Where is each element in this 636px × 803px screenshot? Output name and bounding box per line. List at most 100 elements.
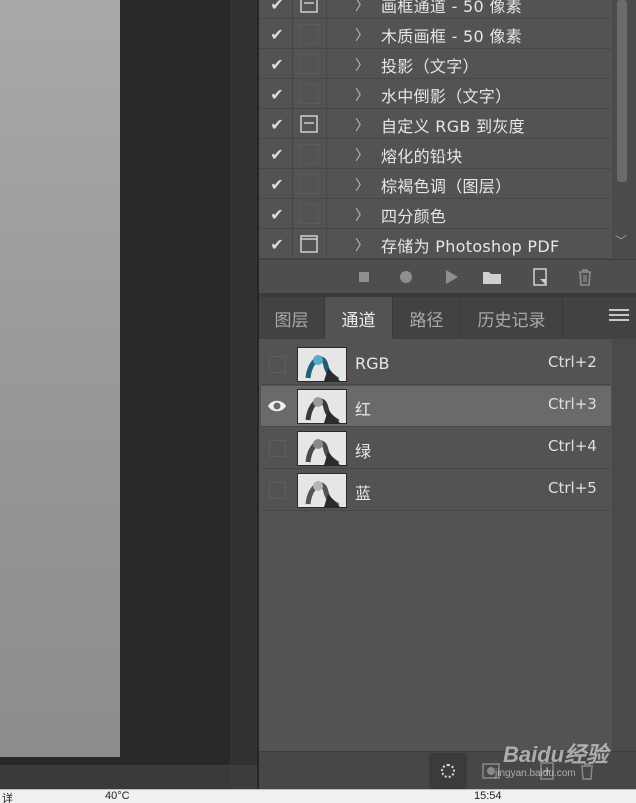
load-channel-as-selection-icon[interactable] — [429, 753, 467, 789]
action-item[interactable]: ✔ 〉 棕褐色调（图层） — [259, 169, 611, 199]
action-label: 自定义 RGB 到灰度 — [381, 117, 525, 136]
action-label: 水中倒影（文字） — [381, 87, 512, 106]
tab-layers[interactable]: 图层 — [259, 297, 325, 339]
channel-thumbnail — [297, 347, 347, 382]
action-item[interactable]: ✔ 〉 水中倒影（文字） — [259, 79, 611, 109]
channel-row-blue[interactable]: 蓝 Ctrl+5 — [261, 470, 611, 511]
dialog-toggle-icon[interactable] — [299, 54, 319, 74]
expand-arrow-icon[interactable]: 〉 — [355, 175, 369, 195]
stop-icon[interactable] — [353, 266, 375, 288]
visibility-toggle[interactable] — [269, 356, 286, 373]
canvas-vertical-scrollbar[interactable] — [230, 0, 257, 789]
expand-arrow-icon[interactable]: 〉 — [355, 0, 369, 15]
taskbar: 详 40°C 15:54 — [0, 789, 636, 803]
dialog-toggle-icon[interactable] — [299, 84, 319, 104]
action-label: 熔化的铅块 — [381, 147, 463, 166]
divider — [326, 229, 327, 259]
action-label: 四分颜色 — [381, 207, 447, 226]
eye-icon[interactable] — [267, 396, 287, 416]
dialog-toggle-icon[interactable] — [299, 144, 319, 164]
channel-shortcut: Ctrl+5 — [548, 479, 597, 497]
channel-row-red[interactable]: 红 Ctrl+3 — [261, 386, 611, 427]
scroll-down-icon[interactable]: ﹀ — [615, 232, 627, 249]
channel-thumbnail — [297, 473, 347, 508]
expand-arrow-icon[interactable]: 〉 — [355, 205, 369, 225]
play-icon[interactable] — [440, 266, 462, 288]
dialog-toggle-icon[interactable] — [299, 0, 319, 14]
divider — [326, 139, 327, 169]
expand-arrow-icon[interactable]: 〉 — [355, 145, 369, 165]
scrollbar-corner — [230, 765, 257, 789]
toggle-checkmark-icon[interactable]: ✔ — [265, 172, 289, 196]
channels-scrollbar[interactable] — [612, 339, 636, 751]
expand-arrow-icon[interactable]: 〉 — [355, 55, 369, 75]
divider — [292, 199, 293, 229]
toggle-checkmark-icon[interactable]: ✔ — [265, 22, 289, 46]
action-label: 画框通道 - 50 像素 — [381, 0, 522, 16]
action-item[interactable]: ✔ 〉 画框通道 - 50 像素 — [259, 0, 611, 19]
divider — [292, 229, 293, 259]
tab-paths[interactable]: 路径 — [393, 297, 461, 339]
new-action-icon[interactable] — [529, 266, 551, 288]
action-item[interactable]: ✔ 〉 自定义 RGB 到灰度 — [259, 109, 611, 139]
action-label: 存储为 Photoshop PDF — [381, 237, 560, 256]
action-label: 投影（文字） — [381, 57, 479, 76]
tab-channels[interactable]: 通道 — [325, 297, 393, 339]
scrollbar-thumb[interactable] — [617, 0, 627, 182]
expand-arrow-icon[interactable]: 〉 — [355, 115, 369, 135]
channel-name: RGB — [355, 354, 390, 373]
dialog-toggle-icon[interactable] — [299, 114, 319, 134]
divider — [292, 19, 293, 49]
action-item[interactable]: ✔ 〉 投影（文字） — [259, 49, 611, 79]
action-label: 木质画框 - 50 像素 — [381, 27, 522, 46]
visibility-toggle[interactable] — [269, 440, 286, 457]
delete-trash-icon[interactable] — [574, 266, 596, 288]
divider — [326, 199, 327, 229]
clock-time[interactable]: 15:54 — [474, 790, 502, 802]
action-item[interactable]: ✔ 〉 木质画框 - 50 像素 — [259, 19, 611, 49]
actions-list: ✔ 〉 画框通道 - 50 像素 ✔ 〉 木质画框 - 50 像素 ✔ 〉 投影… — [259, 0, 611, 259]
tab-history[interactable]: 历史记录 — [461, 297, 563, 339]
action-item[interactable]: ✔ 〉 四分颜色 — [259, 199, 611, 229]
taskbar-left-text: 详 — [2, 793, 13, 803]
channel-row-rgb[interactable]: RGB Ctrl+2 — [261, 344, 611, 385]
document-image[interactable] — [0, 0, 120, 757]
actions-scrollbar[interactable]: ﹀ — [612, 0, 636, 259]
actions-toolbar — [259, 259, 636, 293]
record-icon[interactable] — [395, 266, 417, 288]
channel-name: 蓝 — [355, 484, 372, 503]
toggle-checkmark-icon[interactable]: ✔ — [265, 202, 289, 226]
canvas-horizontal-scrollbar[interactable] — [0, 765, 230, 789]
toggle-checkmark-icon[interactable]: ✔ — [265, 112, 289, 136]
toggle-checkmark-icon[interactable]: ✔ — [265, 52, 289, 76]
toggle-checkmark-icon[interactable]: ✔ — [265, 142, 289, 166]
dialog-toggle-icon[interactable] — [299, 204, 319, 224]
document-canvas-area[interactable] — [0, 0, 230, 789]
new-set-folder-icon[interactable] — [481, 266, 503, 288]
expand-arrow-icon[interactable]: 〉 — [355, 85, 369, 105]
channel-thumbnail — [297, 389, 347, 424]
panel-tab-bar: 图层 通道 路径 历史记录 — [259, 297, 636, 339]
divider — [326, 19, 327, 49]
watermark-brand: Baidu经验 — [503, 742, 609, 767]
expand-arrow-icon[interactable]: 〉 — [355, 25, 369, 45]
dialog-toggle-icon[interactable] — [299, 174, 319, 194]
toggle-checkmark-icon[interactable]: ✔ — [265, 232, 289, 256]
visibility-toggle[interactable] — [269, 482, 286, 499]
divider — [292, 79, 293, 109]
toggle-checkmark-icon[interactable]: ✔ — [265, 82, 289, 106]
panel-menu-icon[interactable] — [609, 309, 629, 325]
channel-thumbnail — [297, 431, 347, 466]
channel-row-green[interactable]: 绿 Ctrl+4 — [261, 428, 611, 469]
divider — [292, 0, 293, 19]
dialog-toggle-icon[interactable] — [299, 234, 319, 254]
expand-arrow-icon[interactable]: 〉 — [355, 235, 369, 255]
weather-temperature[interactable]: 40°C — [105, 790, 130, 802]
action-item[interactable]: ✔ 〉 存储为 Photoshop PDF — [259, 229, 611, 259]
channel-name: 绿 — [355, 442, 372, 461]
dialog-toggle-icon[interactable] — [299, 24, 319, 44]
divider — [326, 79, 327, 109]
action-item[interactable]: ✔ 〉 熔化的铅块 — [259, 139, 611, 169]
toggle-checkmark-icon[interactable]: ✔ — [265, 0, 289, 16]
baidu-jingyan-watermark: Baidu经验 jingyan.baidu.com — [485, 735, 635, 790]
